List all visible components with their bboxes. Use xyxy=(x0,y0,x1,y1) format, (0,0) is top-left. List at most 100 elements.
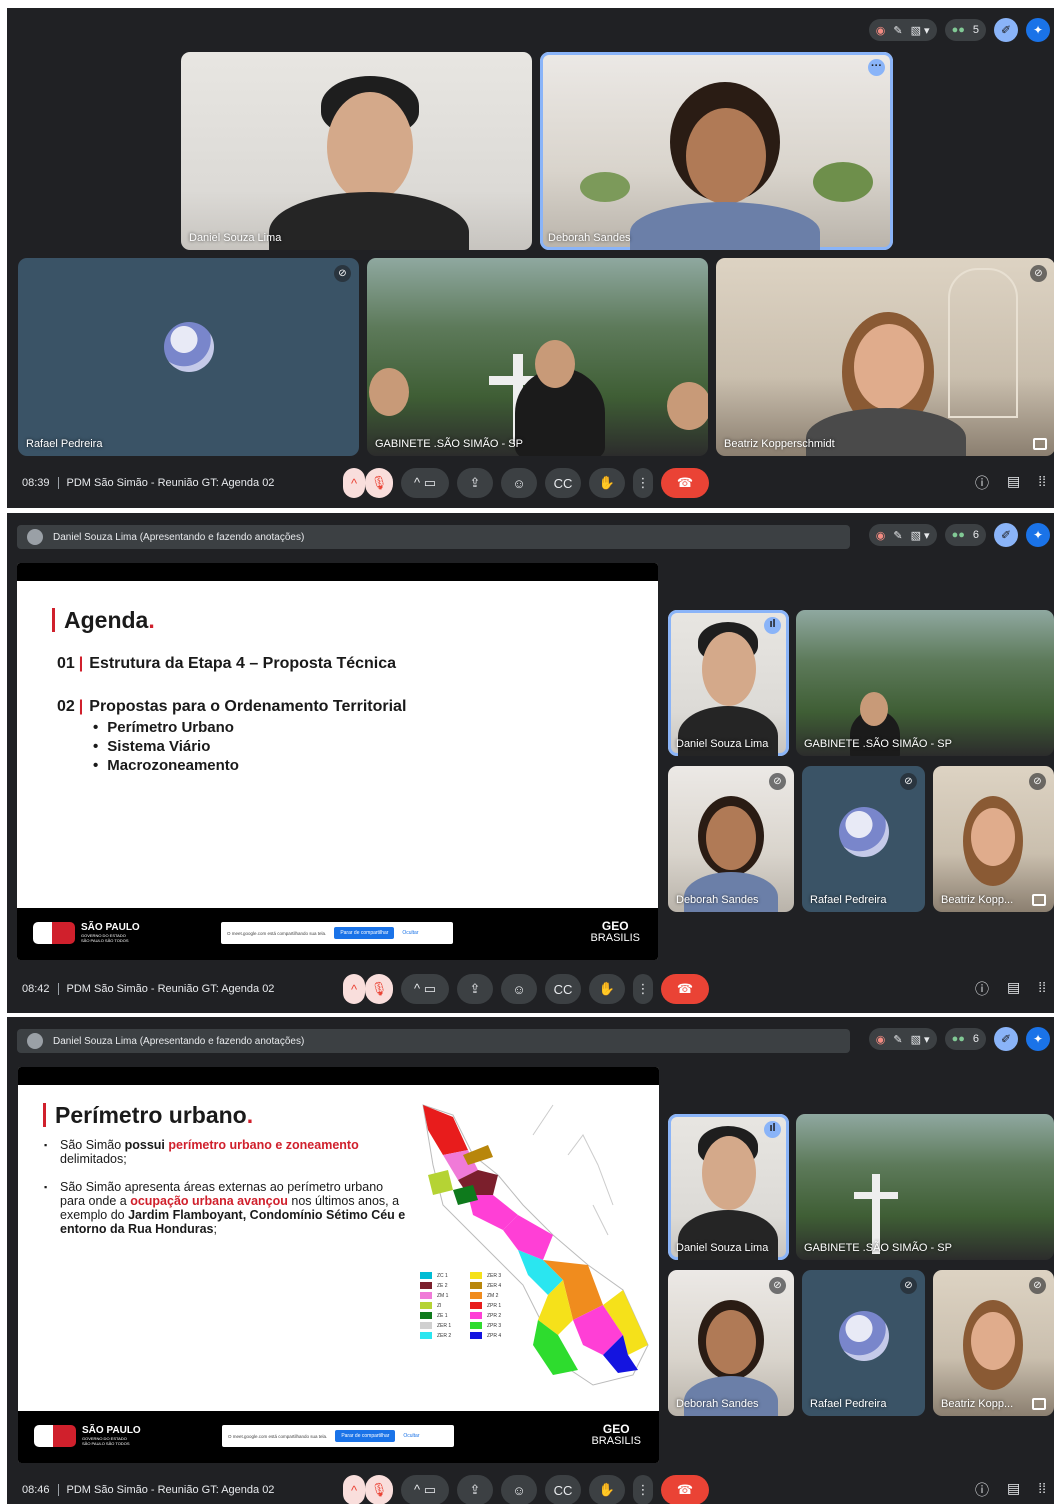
video-tile[interactable]: ⊘ Beatriz Kopperschmidt xyxy=(716,258,1054,456)
mic-off-icon[interactable]: 🎙 xyxy=(365,1475,393,1504)
participant-face xyxy=(535,340,575,388)
video-tile[interactable]: ⊘ Deborah Sandes xyxy=(668,766,794,912)
stop-sharing-button[interactable]: Parar de compartilhar xyxy=(335,1430,396,1442)
end-call-icon[interactable]: ☎ xyxy=(661,974,709,1004)
video-tile[interactable]: ⊘ Deborah Sandes xyxy=(668,1270,794,1416)
pin-icon[interactable] xyxy=(1032,894,1046,906)
apps-icon[interactable]: ⁞⁞ xyxy=(1038,979,1046,999)
video-tile[interactable]: ıl Daniel Souza Lima xyxy=(668,610,789,756)
participant-face xyxy=(706,806,756,870)
text: São Simão xyxy=(60,1138,125,1152)
participant-face xyxy=(686,108,766,204)
sp-logo-icon xyxy=(34,1425,76,1447)
video-tile[interactable]: ⊘ Beatriz Kopp... xyxy=(933,766,1054,912)
edit-icon[interactable]: ✎ xyxy=(893,529,902,542)
present-icon[interactable]: ⇪ xyxy=(457,1475,493,1504)
legend-label: ZE 1 xyxy=(437,1312,448,1319)
mic-off-icon: ⊘ xyxy=(900,773,917,790)
legend-label: ZPR 4 xyxy=(487,1332,502,1339)
recording-controls[interactable]: ◉ ✎ ▧ ▾ xyxy=(868,19,937,41)
video-tile[interactable]: ⊘ Beatriz Kopp... xyxy=(933,1270,1054,1416)
bottom-bar: 08:46 PDM São Simão - Reunião GT: Agenda … xyxy=(7,1470,1054,1504)
present-icon[interactable]: ⇪ xyxy=(457,974,493,1004)
legend-swatch xyxy=(470,1292,482,1299)
info-icon[interactable]: ⓘ xyxy=(975,979,989,999)
mic-options-button[interactable]: ^ xyxy=(343,974,365,1004)
legend-swatch xyxy=(420,1322,432,1329)
mic-options-button[interactable]: ^ xyxy=(343,1475,365,1504)
slide-title-text: Agenda xyxy=(64,607,149,633)
people-icon: ●● xyxy=(951,529,965,541)
present-icon[interactable]: ⇪ xyxy=(457,468,493,498)
hide-button[interactable]: Ocultar xyxy=(402,930,418,936)
mic-options-button[interactable]: ^ xyxy=(343,468,365,498)
mic-off-icon[interactable]: 🎙 xyxy=(365,974,393,1004)
camera-button[interactable]: ^ ▭ xyxy=(401,468,449,498)
apps-icon[interactable]: ⁞⁞ xyxy=(1038,473,1046,493)
no-present-icon[interactable]: ▧ ▾ xyxy=(911,24,930,37)
captions-icon[interactable]: CC xyxy=(545,468,581,498)
captions-icon[interactable]: CC xyxy=(545,974,581,1004)
record-icon[interactable]: ◉ xyxy=(876,529,886,542)
end-call-icon[interactable]: ☎ xyxy=(661,468,709,498)
video-tile[interactable]: ⊘ Rafael Pedreira xyxy=(802,1270,925,1416)
no-present-icon[interactable]: ▧ ▾ xyxy=(911,529,930,542)
people-count[interactable]: ●● 5 xyxy=(944,19,986,41)
gemini-icon[interactable]: ✦ xyxy=(1026,18,1050,42)
camera-button[interactable]: ^ ▭ xyxy=(401,974,449,1004)
video-tile[interactable]: GABINETE .SÃO SIMÃO - SP xyxy=(796,610,1054,756)
captions-icon[interactable]: CC xyxy=(545,1475,581,1504)
call-controls: ^ 🎙 ^ ▭ ⇪ ☺ CC ✋ ⋮ ☎ xyxy=(343,468,709,498)
pin-icon[interactable] xyxy=(1033,438,1047,450)
video-tile[interactable]: ··· Deborah Sandes xyxy=(540,52,893,250)
apps-icon[interactable]: ⁞⁞ xyxy=(1038,1480,1046,1500)
more-icon[interactable]: ⋮ xyxy=(633,468,653,498)
legend-label: ZER 3 xyxy=(487,1272,502,1279)
hand-icon[interactable]: ✋ xyxy=(589,974,625,1004)
video-tile[interactable]: Daniel Souza Lima xyxy=(181,52,532,250)
people-count[interactable]: ●● 6 xyxy=(944,1028,986,1050)
edit-icon[interactable]: ✎ xyxy=(893,1033,902,1046)
hand-icon[interactable]: ✋ xyxy=(589,468,625,498)
more-options-icon[interactable]: ··· xyxy=(868,59,885,76)
pen-icon[interactable]: ✐ xyxy=(994,1027,1018,1051)
bullet-paragraph-2: São Simão apresenta áreas externas ao pe… xyxy=(44,1180,406,1236)
video-tile[interactable]: ⊘ Rafael Pedreira xyxy=(18,258,359,456)
people-count[interactable]: ●● 6 xyxy=(944,524,986,546)
chat-icon[interactable]: ▤ xyxy=(1007,473,1020,493)
pin-icon[interactable] xyxy=(1032,1398,1046,1410)
info-icon[interactable]: ⓘ xyxy=(975,1480,989,1500)
no-present-icon[interactable]: ▧ ▾ xyxy=(911,1033,930,1046)
video-tile[interactable]: ıl Daniel Souza Lima xyxy=(668,1114,789,1260)
participant-name: Deborah Sandes xyxy=(676,894,759,906)
slide-footer: SÃO PAULO GOVERNO DO ESTADO SÃO PAULO SÃO … xyxy=(17,908,658,960)
camera-button[interactable]: ^ ▭ xyxy=(401,1475,449,1504)
gemini-icon[interactable]: ✦ xyxy=(1026,1027,1050,1051)
mic-off-icon[interactable]: 🎙 xyxy=(365,468,393,498)
stop-sharing-button[interactable]: Parar de compartilhar xyxy=(334,927,395,939)
emoji-icon[interactable]: ☺ xyxy=(501,468,537,498)
emoji-icon[interactable]: ☺ xyxy=(501,1475,537,1504)
info-icon[interactable]: ⓘ xyxy=(975,473,989,493)
record-icon[interactable]: ◉ xyxy=(876,1033,886,1046)
video-tile[interactable]: ⊘ Rafael Pedreira xyxy=(802,766,925,912)
pen-icon[interactable]: ✐ xyxy=(994,18,1018,42)
more-icon[interactable]: ⋮ xyxy=(633,1475,653,1504)
recording-controls[interactable]: ◉ ✎ ▧ ▾ xyxy=(868,524,937,546)
pen-icon[interactable]: ✐ xyxy=(994,523,1018,547)
emoji-icon[interactable]: ☺ xyxy=(501,974,537,1004)
recording-controls[interactable]: ◉ ✎ ▧ ▾ xyxy=(868,1028,937,1050)
chat-icon[interactable]: ▤ xyxy=(1007,1480,1020,1500)
chat-icon[interactable]: ▤ xyxy=(1007,979,1020,999)
cross-monument xyxy=(854,1192,898,1199)
hide-button[interactable]: Ocultar xyxy=(403,1433,419,1439)
end-call-icon[interactable]: ☎ xyxy=(661,1475,709,1504)
video-tile[interactable]: GABINETE .SÃO SIMÃO - SP xyxy=(796,1114,1054,1260)
more-icon[interactable]: ⋮ xyxy=(633,974,653,1004)
hand-icon[interactable]: ✋ xyxy=(589,1475,625,1504)
participant-name: Beatriz Kopperschmidt xyxy=(724,438,835,450)
gemini-icon[interactable]: ✦ xyxy=(1026,523,1050,547)
record-icon[interactable]: ◉ xyxy=(876,24,886,37)
edit-icon[interactable]: ✎ xyxy=(893,24,902,37)
video-tile[interactable]: GABINETE .SÃO SIMÃO - SP xyxy=(367,258,708,456)
